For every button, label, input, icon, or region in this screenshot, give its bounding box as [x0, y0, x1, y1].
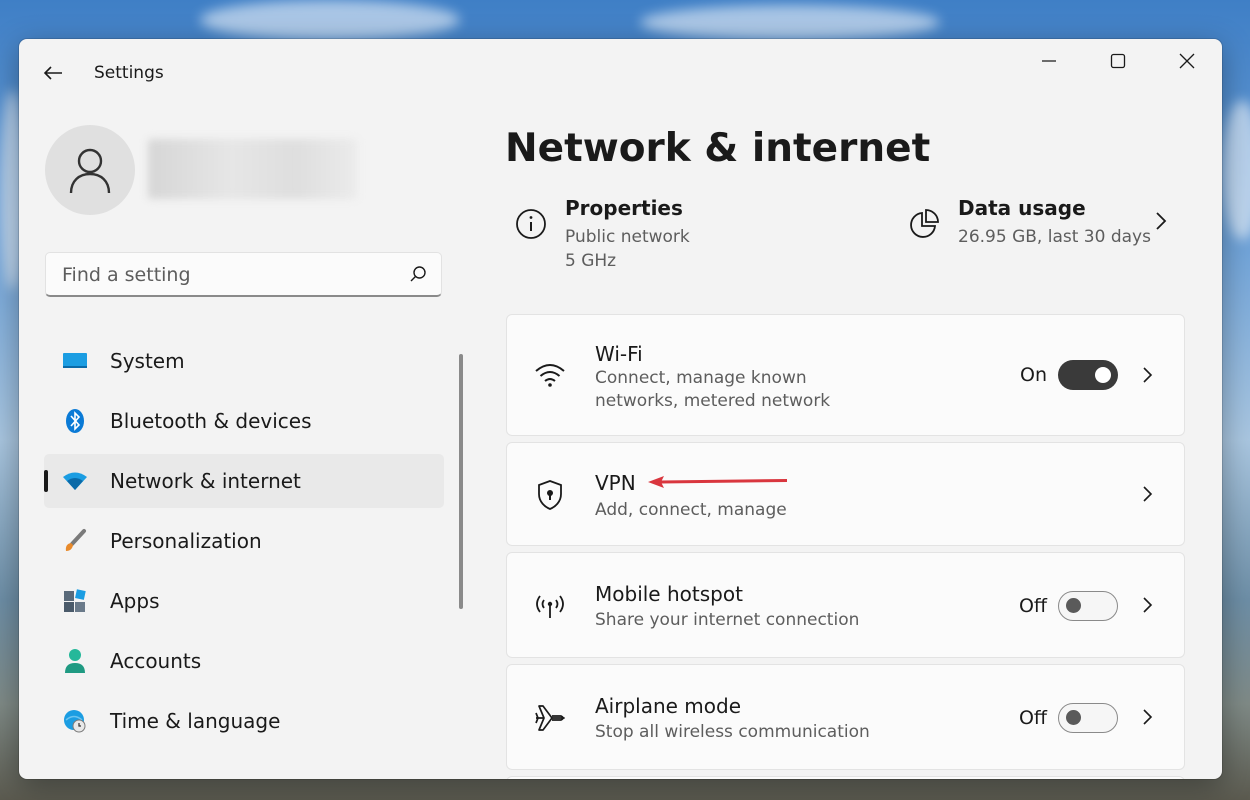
- toggle-knob: [1066, 710, 1081, 725]
- user-icon: [69, 148, 111, 194]
- avatar[interactable]: [45, 125, 135, 215]
- annotation-arrow: [648, 476, 788, 488]
- hotspot-toggle[interactable]: [1058, 591, 1118, 621]
- hotspot-title: Mobile hotspot: [595, 582, 743, 606]
- hotspot-state: Off: [1018, 595, 1047, 617]
- wifi-state: On: [1020, 364, 1047, 386]
- sidebar-item-label: Apps: [110, 589, 160, 613]
- toggle-knob: [1066, 598, 1081, 613]
- search-icon[interactable]: [409, 265, 427, 283]
- chevron-right-icon[interactable]: [1137, 484, 1157, 504]
- vpn-title: VPN: [595, 471, 636, 495]
- sidebar-item-label: System: [110, 349, 185, 373]
- wifi-icon: [533, 358, 567, 392]
- mobile-hotspot-card[interactable]: Mobile hotspot Share your internet conne…: [506, 552, 1185, 658]
- next-card-partial[interactable]: [506, 776, 1185, 779]
- minimize-icon: [1041, 60, 1056, 62]
- sidebar-item-bluetooth[interactable]: Bluetooth & devices: [44, 394, 444, 448]
- page-title: Network & internet: [505, 126, 931, 171]
- hotspot-description: Share your internet connection: [595, 610, 860, 630]
- sidebar-scrollbar[interactable]: [459, 354, 463, 609]
- sidebar-item-label: Bluetooth & devices: [110, 409, 312, 433]
- vpn-description: Add, connect, manage: [595, 500, 787, 520]
- window-title: Settings: [94, 63, 164, 83]
- network-band: 5 GHz: [565, 251, 617, 271]
- properties-link[interactable]: Properties Public network 5 GHz: [515, 196, 815, 276]
- wifi-icon: [62, 468, 88, 494]
- wifi-title: Wi-Fi: [595, 342, 643, 366]
- shield-icon: [533, 478, 567, 512]
- sidebar-item-label: Time & language: [110, 709, 281, 733]
- search-box[interactable]: [45, 252, 442, 297]
- sidebar-item-accounts[interactable]: Accounts: [44, 634, 444, 688]
- sidebar-item-label: Accounts: [110, 649, 202, 673]
- globe-clock-icon: [62, 708, 88, 734]
- sidebar-item-personalization[interactable]: Personalization: [44, 514, 444, 568]
- toggle-knob: [1095, 367, 1111, 383]
- airplane-title: Airplane mode: [595, 694, 742, 718]
- airplane-toggle[interactable]: [1058, 703, 1118, 733]
- info-icon: [516, 209, 546, 239]
- maximize-button[interactable]: [1083, 39, 1152, 83]
- hotspot-icon: [533, 589, 567, 623]
- sidebar-item-label: Network & internet: [110, 469, 301, 493]
- back-button[interactable]: [33, 55, 73, 91]
- selection-indicator: [44, 470, 48, 492]
- close-button[interactable]: [1152, 39, 1221, 83]
- chevron-right-icon[interactable]: [1137, 707, 1157, 727]
- bluetooth-icon: [62, 408, 88, 434]
- person-icon: [62, 648, 88, 674]
- data-usage-title: Data usage: [958, 196, 1086, 220]
- apps-icon: [62, 588, 88, 614]
- sidebar-item-apps[interactable]: Apps: [44, 574, 444, 628]
- sidebar-item-time-language[interactable]: Time & language: [44, 694, 444, 748]
- vpn-card[interactable]: VPN Add, connect, manage: [506, 442, 1185, 546]
- maximize-icon: [1110, 53, 1125, 69]
- sidebar-item-system[interactable]: System: [44, 334, 444, 388]
- airplane-description: Stop all wireless communication: [595, 722, 870, 742]
- blurred-username: [148, 139, 357, 199]
- wifi-description: Connect, manage known networks, metered …: [595, 368, 831, 411]
- pie-chart-icon: [910, 209, 939, 238]
- wifi-toggle[interactable]: [1058, 360, 1118, 390]
- network-type: Public network: [565, 227, 690, 247]
- airplane-icon: [533, 701, 567, 735]
- close-icon: [1179, 53, 1194, 69]
- chevron-right-icon[interactable]: [1137, 365, 1157, 385]
- search-input[interactable]: [60, 263, 394, 287]
- chevron-right-icon: [1156, 212, 1167, 230]
- settings-window: Settings System Bluetooth & device: [19, 39, 1222, 779]
- data-usage-link[interactable]: Data usage 26.95 GB, last 30 days: [908, 196, 1178, 276]
- airplane-mode-card[interactable]: Airplane mode Stop all wireless communic…: [506, 664, 1185, 770]
- minimize-button[interactable]: [1014, 39, 1083, 83]
- chevron-right-icon[interactable]: [1137, 595, 1157, 615]
- system-icon: [62, 348, 88, 374]
- wifi-card[interactable]: Wi-Fi Connect, manage known networks, me…: [506, 314, 1185, 436]
- brush-icon: [62, 528, 88, 554]
- properties-title: Properties: [565, 196, 683, 220]
- back-arrow-icon: [43, 66, 62, 80]
- sidebar-item-network[interactable]: Network & internet: [44, 454, 444, 508]
- airplane-state: Off: [1018, 707, 1047, 729]
- sidebar-item-label: Personalization: [110, 529, 262, 553]
- data-usage-value: 26.95 GB, last 30 days: [958, 227, 1151, 247]
